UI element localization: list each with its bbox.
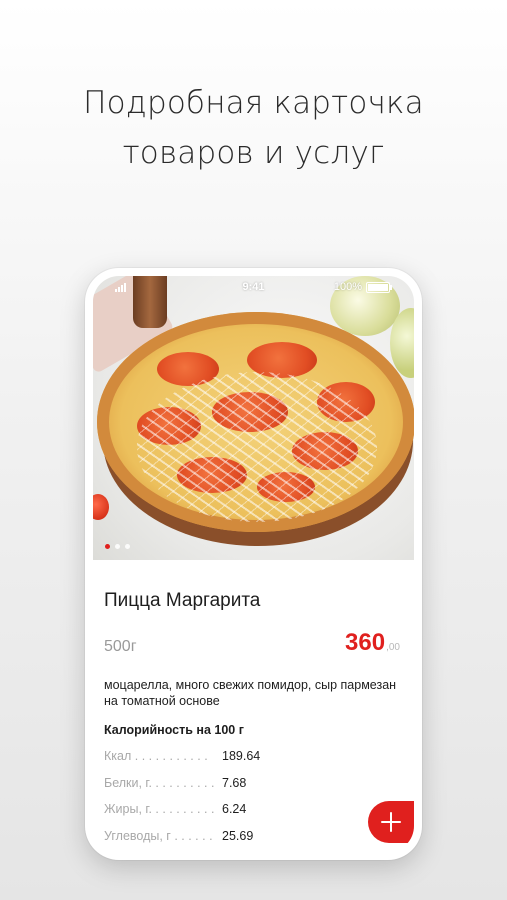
- nutrition-value: 25.69: [222, 828, 254, 843]
- nutrition-value: 189.64: [222, 749, 261, 763]
- calories-heading: Калорийность на 100 г: [104, 723, 244, 737]
- product-price: 360,00: [345, 629, 400, 657]
- nutrition-row-fat: Жиры, г. . . . . . . . . . 6.24: [104, 797, 324, 824]
- nutrition-row-carbs: Углеводы, г . . . . . . 25.69: [104, 824, 324, 851]
- battery-percent: 100%: [333, 281, 362, 293]
- carousel-dot-active[interactable]: [105, 544, 110, 549]
- plus-icon: [381, 812, 401, 832]
- product-weight: 500г: [104, 638, 137, 655]
- promo-headline: Подробная карточка товаров и услуг: [0, 78, 507, 178]
- nutrition-label: Белки, г. . . . . . . . . .: [104, 775, 215, 790]
- price-cents: ,00: [386, 642, 400, 653]
- battery-icon: [366, 282, 392, 293]
- nutrition-label: Углеводы, г . . . . . .: [104, 828, 213, 843]
- nutrition-label: Жиры, г. . . . . . . . . .: [104, 802, 215, 816]
- carousel-indicator[interactable]: [105, 544, 130, 549]
- pizza-image: [97, 312, 414, 532]
- price-value: 360: [345, 629, 386, 656]
- nutrition-row-protein: Белки, г. . . . . . . . . . 7.68: [104, 771, 324, 798]
- nutrition-value: 7.68: [222, 775, 247, 790]
- carousel-dot[interactable]: [115, 544, 120, 549]
- nutrition-value: 6.24: [222, 802, 247, 816]
- parmesan-topping: [137, 372, 377, 522]
- product-title: Пицца Маргарита: [104, 590, 261, 611]
- phone-mockup: 9:41 100% Пицца Маргарита 500г 360,00 мо…: [85, 268, 422, 860]
- status-bar: 9:41 100%: [93, 278, 414, 296]
- product-description: моцарелла, много свежих помидор, сыр пар…: [104, 678, 397, 708]
- nutrition-table: Ккал . . . . . . . . . . . 189.64 Белки,…: [104, 744, 324, 850]
- carousel-dot[interactable]: [125, 544, 130, 549]
- product-photo[interactable]: 9:41 100%: [93, 276, 414, 560]
- headline-line-2: товаров и услуг: [122, 135, 385, 171]
- nutrition-label: Ккал . . . . . . . . . . .: [104, 749, 208, 763]
- phone-screen: 9:41 100% Пицца Маргарита 500г 360,00 мо…: [93, 276, 414, 852]
- add-to-cart-button[interactable]: [368, 801, 414, 843]
- cherry-tomato-decoration: [93, 494, 109, 520]
- headline-line-1: Подробная карточка: [83, 85, 424, 121]
- nutrition-row-kcal: Ккал . . . . . . . . . . . 189.64: [104, 744, 324, 771]
